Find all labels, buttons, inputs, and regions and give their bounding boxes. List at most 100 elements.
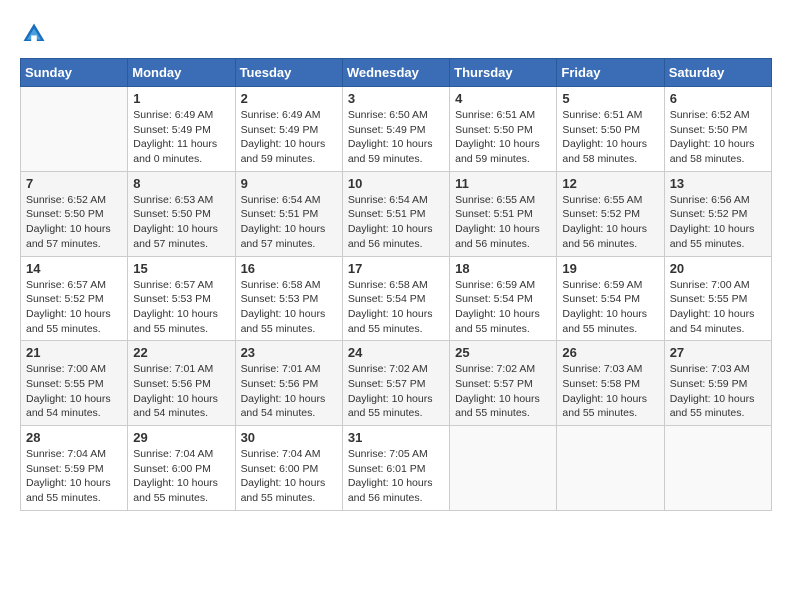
day-number: 3 — [348, 91, 444, 106]
day-number: 10 — [348, 176, 444, 191]
calendar-cell: 17 Sunrise: 6:58 AM Sunset: 5:54 PM Dayli… — [342, 256, 449, 341]
calendar-cell: 12 Sunrise: 6:55 AM Sunset: 5:52 PM Dayli… — [557, 171, 664, 256]
day-info: Sunrise: 6:49 AM Sunset: 5:49 PM Dayligh… — [241, 108, 337, 167]
col-header-saturday: Saturday — [664, 59, 771, 87]
day-info: Sunrise: 6:57 AM Sunset: 5:52 PM Dayligh… — [26, 278, 122, 337]
calendar-cell: 26 Sunrise: 7:03 AM Sunset: 5:58 PM Dayli… — [557, 341, 664, 426]
day-number: 31 — [348, 430, 444, 445]
day-number: 2 — [241, 91, 337, 106]
day-info: Sunrise: 6:58 AM Sunset: 5:54 PM Dayligh… — [348, 278, 444, 337]
day-info: Sunrise: 7:00 AM Sunset: 5:55 PM Dayligh… — [26, 362, 122, 421]
day-info: Sunrise: 7:01 AM Sunset: 5:56 PM Dayligh… — [133, 362, 229, 421]
calendar-cell: 19Sunrise: 6:59 AM Sunset: 5:54 PM Dayli… — [557, 256, 664, 341]
calendar-cell: 8 Sunrise: 6:53 AM Sunset: 5:50 PM Daylig… — [128, 171, 235, 256]
calendar-cell: 24Sunrise: 7:02 AM Sunset: 5:57 PM Dayli… — [342, 341, 449, 426]
calendar-cell: 16 Sunrise: 6:58 AM Sunset: 5:53 PM Dayli… — [235, 256, 342, 341]
day-info: Sunrise: 7:04 AM Sunset: 6:00 PM Dayligh… — [133, 447, 229, 506]
calendar-cell: 27 Sunrise: 7:03 AM Sunset: 5:59 PM Dayli… — [664, 341, 771, 426]
calendar-cell: 15 Sunrise: 6:57 AM Sunset: 5:53 PM Dayli… — [128, 256, 235, 341]
day-number: 1 — [133, 91, 229, 106]
day-number: 17 — [348, 261, 444, 276]
day-number: 11 — [455, 176, 551, 191]
day-number: 25 — [455, 345, 551, 360]
day-info: Sunrise: 6:51 AM Sunset: 5:50 PM Dayligh… — [562, 108, 658, 167]
calendar-cell: 7 Sunrise: 6:52 AM Sunset: 5:50 PM Daylig… — [21, 171, 128, 256]
day-number: 12 — [562, 176, 658, 191]
day-number: 24 — [348, 345, 444, 360]
day-info: Sunrise: 6:59 AM Sunset: 5:54 PM Dayligh… — [455, 278, 551, 337]
calendar-cell — [21, 87, 128, 172]
day-number: 23 — [241, 345, 337, 360]
day-info: Sunrise: 7:03 AM Sunset: 5:58 PM Dayligh… — [562, 362, 658, 421]
day-info: Sunrise: 7:04 AM Sunset: 6:00 PM Dayligh… — [241, 447, 337, 506]
week-row-2: 7 Sunrise: 6:52 AM Sunset: 5:50 PM Daylig… — [21, 171, 772, 256]
calendar-cell: 1 Sunrise: 6:49 AM Sunset: 5:49 PM Daylig… — [128, 87, 235, 172]
day-info: Sunrise: 7:03 AM Sunset: 5:59 PM Dayligh… — [670, 362, 766, 421]
calendar-cell: 4 Sunrise: 6:51 AM Sunset: 5:50 PM Daylig… — [450, 87, 557, 172]
day-info: Sunrise: 6:57 AM Sunset: 5:53 PM Dayligh… — [133, 278, 229, 337]
calendar-cell: 29 Sunrise: 7:04 AM Sunset: 6:00 PM Dayli… — [128, 426, 235, 511]
calendar-cell: 11 Sunrise: 6:55 AM Sunset: 5:51 PM Dayli… — [450, 171, 557, 256]
calendar-cell: 30 Sunrise: 7:04 AM Sunset: 6:00 PM Dayli… — [235, 426, 342, 511]
day-info: Sunrise: 7:02 AM Sunset: 5:57 PM Dayligh… — [455, 362, 551, 421]
day-number: 16 — [241, 261, 337, 276]
day-info: Sunrise: 6:58 AM Sunset: 5:53 PM Dayligh… — [241, 278, 337, 337]
day-info: Sunrise: 6:51 AM Sunset: 5:50 PM Dayligh… — [455, 108, 551, 167]
day-info: Sunrise: 6:53 AM Sunset: 5:50 PM Dayligh… — [133, 193, 229, 252]
day-number: 22 — [133, 345, 229, 360]
day-number: 9 — [241, 176, 337, 191]
calendar-cell: 13Sunrise: 6:56 AM Sunset: 5:52 PM Dayli… — [664, 171, 771, 256]
day-number: 30 — [241, 430, 337, 445]
day-number: 26 — [562, 345, 658, 360]
col-header-thursday: Thursday — [450, 59, 557, 87]
calendar-cell: 28 Sunrise: 7:04 AM Sunset: 5:59 PM Dayli… — [21, 426, 128, 511]
day-info: Sunrise: 6:55 AM Sunset: 5:51 PM Dayligh… — [455, 193, 551, 252]
day-number: 4 — [455, 91, 551, 106]
day-number: 21 — [26, 345, 122, 360]
calendar-cell: 6Sunrise: 6:52 AM Sunset: 5:50 PM Daylig… — [664, 87, 771, 172]
calendar-cell — [450, 426, 557, 511]
week-row-4: 21 Sunrise: 7:00 AM Sunset: 5:55 PM Dayli… — [21, 341, 772, 426]
day-number: 18 — [455, 261, 551, 276]
calendar-table: SundayMondayTuesdayWednesdayThursdayFrid… — [20, 58, 772, 511]
calendar-cell — [664, 426, 771, 511]
day-number: 15 — [133, 261, 229, 276]
calendar-cell: 31Sunrise: 7:05 AM Sunset: 6:01 PM Dayli… — [342, 426, 449, 511]
day-info: Sunrise: 7:04 AM Sunset: 5:59 PM Dayligh… — [26, 447, 122, 506]
calendar-cell: 5Sunrise: 6:51 AM Sunset: 5:50 PM Daylig… — [557, 87, 664, 172]
day-number: 6 — [670, 91, 766, 106]
calendar-cell: 3Sunrise: 6:50 AM Sunset: 5:49 PM Daylig… — [342, 87, 449, 172]
calendar-cell: 18 Sunrise: 6:59 AM Sunset: 5:54 PM Dayli… — [450, 256, 557, 341]
calendar-cell: 20Sunrise: 7:00 AM Sunset: 5:55 PM Dayli… — [664, 256, 771, 341]
col-header-sunday: Sunday — [21, 59, 128, 87]
day-number: 20 — [670, 261, 766, 276]
day-info: Sunrise: 6:54 AM Sunset: 5:51 PM Dayligh… — [348, 193, 444, 252]
week-row-1: 1 Sunrise: 6:49 AM Sunset: 5:49 PM Daylig… — [21, 87, 772, 172]
day-number: 27 — [670, 345, 766, 360]
day-number: 14 — [26, 261, 122, 276]
logo — [20, 20, 50, 48]
day-number: 7 — [26, 176, 122, 191]
col-header-friday: Friday — [557, 59, 664, 87]
week-row-3: 14 Sunrise: 6:57 AM Sunset: 5:52 PM Dayli… — [21, 256, 772, 341]
week-row-5: 28 Sunrise: 7:04 AM Sunset: 5:59 PM Dayli… — [21, 426, 772, 511]
day-info: Sunrise: 6:59 AM Sunset: 5:54 PM Dayligh… — [562, 278, 658, 337]
calendar-cell: 21 Sunrise: 7:00 AM Sunset: 5:55 PM Dayli… — [21, 341, 128, 426]
col-header-monday: Monday — [128, 59, 235, 87]
calendar-cell: 22 Sunrise: 7:01 AM Sunset: 5:56 PM Dayli… — [128, 341, 235, 426]
day-number: 29 — [133, 430, 229, 445]
page-header — [20, 20, 772, 48]
day-info: Sunrise: 6:56 AM Sunset: 5:52 PM Dayligh… — [670, 193, 766, 252]
day-info: Sunrise: 6:49 AM Sunset: 5:49 PM Dayligh… — [133, 108, 229, 167]
day-info: Sunrise: 6:54 AM Sunset: 5:51 PM Dayligh… — [241, 193, 337, 252]
day-info: Sunrise: 6:52 AM Sunset: 5:50 PM Dayligh… — [26, 193, 122, 252]
calendar-cell: 2 Sunrise: 6:49 AM Sunset: 5:49 PM Daylig… — [235, 87, 342, 172]
calendar-cell: 14 Sunrise: 6:57 AM Sunset: 5:52 PM Dayli… — [21, 256, 128, 341]
calendar-cell: 10 Sunrise: 6:54 AM Sunset: 5:51 PM Dayli… — [342, 171, 449, 256]
col-header-wednesday: Wednesday — [342, 59, 449, 87]
calendar-cell — [557, 426, 664, 511]
calendar-cell: 9 Sunrise: 6:54 AM Sunset: 5:51 PM Daylig… — [235, 171, 342, 256]
day-info: Sunrise: 6:55 AM Sunset: 5:52 PM Dayligh… — [562, 193, 658, 252]
day-number: 8 — [133, 176, 229, 191]
day-number: 28 — [26, 430, 122, 445]
